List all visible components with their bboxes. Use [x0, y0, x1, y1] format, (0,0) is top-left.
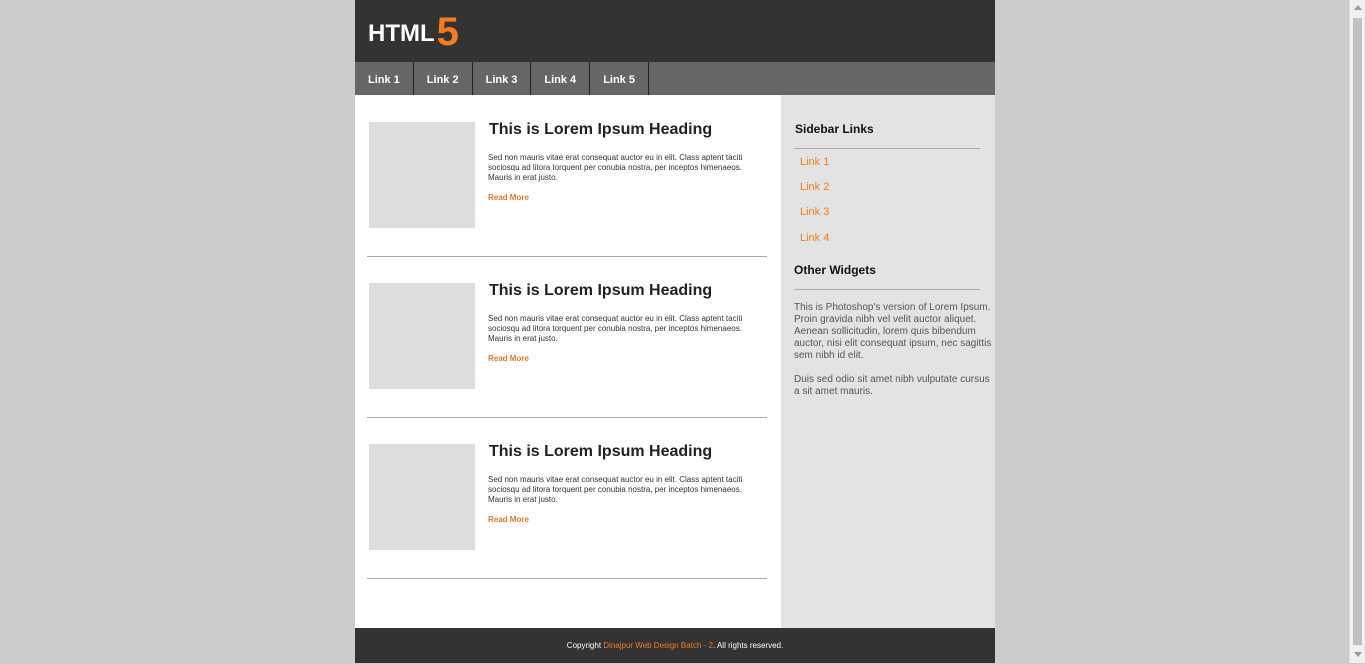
article-body: Sed non mauris vitae erat consequat auct…	[488, 475, 743, 504]
read-more-link[interactable]: Read More	[488, 193, 529, 202]
nav-link-2[interactable]: Link 2	[414, 62, 473, 95]
scrollbar-thumb[interactable]	[1353, 18, 1362, 645]
widget-paragraph-2: Duis sed odio sit amet nibh vulputate cu…	[794, 374, 990, 397]
sidebar-link-3[interactable]: Link 3	[800, 206, 829, 218]
site-footer: Copyright Dinajpur Web Design Batch - 2.…	[355, 628, 995, 663]
sidebar-divider	[794, 289, 980, 290]
article-heading: This is Lorem Ipsum Heading	[489, 121, 713, 138]
main-content: This is Lorem Ipsum Heading Sed non maur…	[355, 95, 781, 628]
site-logo[interactable]: HTML 5	[368, 8, 459, 52]
article-body: Sed non mauris vitae erat consequat auct…	[488, 314, 743, 343]
article-1: This is Lorem Ipsum Heading Sed non maur…	[367, 95, 767, 257]
main-nav: Link 1 Link 2 Link 3 Link 4 Link 5	[355, 62, 995, 95]
read-more-link[interactable]: Read More	[488, 515, 529, 524]
logo-number: 5	[436, 10, 459, 54]
nav-link-4[interactable]: Link 4	[531, 62, 591, 95]
scroll-up-arrow-icon[interactable]	[1354, 5, 1362, 10]
sidebar-link-2[interactable]: Link 2	[800, 181, 829, 193]
footer-org-link[interactable]: Dinajpur Web Design Batch - 2	[603, 641, 713, 650]
sidebar-link-1[interactable]: Link 1	[800, 156, 829, 168]
page-container: HTML 5 Link 1 Link 2 Link 3 Link 4 Link …	[355, 0, 995, 663]
logo-text: HTML	[368, 20, 435, 47]
read-more-link[interactable]: Read More	[488, 354, 529, 363]
site-header: HTML 5	[355, 0, 995, 62]
footer-copyright-prefix: Copyright	[566, 641, 604, 650]
article-thumbnail	[369, 283, 475, 389]
scroll-down-arrow-icon[interactable]	[1354, 652, 1362, 657]
article-heading: This is Lorem Ipsum Heading	[489, 282, 713, 299]
article-2: This is Lorem Ipsum Heading Sed non maur…	[367, 256, 767, 418]
sidebar-divider	[794, 148, 980, 149]
widget-paragraph-1: This is Photoshop's version of Lorem Ips…	[794, 302, 992, 361]
sidebar-link-4[interactable]: Link 4	[800, 232, 829, 244]
article-thumbnail	[369, 444, 475, 550]
article-thumbnail	[369, 122, 475, 228]
article-heading: This is Lorem Ipsum Heading	[489, 443, 713, 460]
article-body: Sed non mauris vitae erat consequat auct…	[488, 153, 743, 182]
sidebar-links-title: Sidebar Links	[795, 122, 874, 136]
article-3: This is Lorem Ipsum Heading Sed non maur…	[367, 417, 767, 579]
nav-link-1[interactable]: Link 1	[355, 62, 414, 95]
nav-link-3[interactable]: Link 3	[473, 62, 532, 95]
vertical-scrollbar[interactable]	[1349, 0, 1365, 663]
nav-link-5[interactable]: Link 5	[590, 62, 649, 95]
footer-copyright-suffix: . All rights reserved.	[712, 641, 784, 650]
other-widgets-title: Other Widgets	[794, 263, 876, 277]
sidebar: Sidebar Links Link 1 Link 2 Link 3 Link …	[781, 95, 995, 628]
